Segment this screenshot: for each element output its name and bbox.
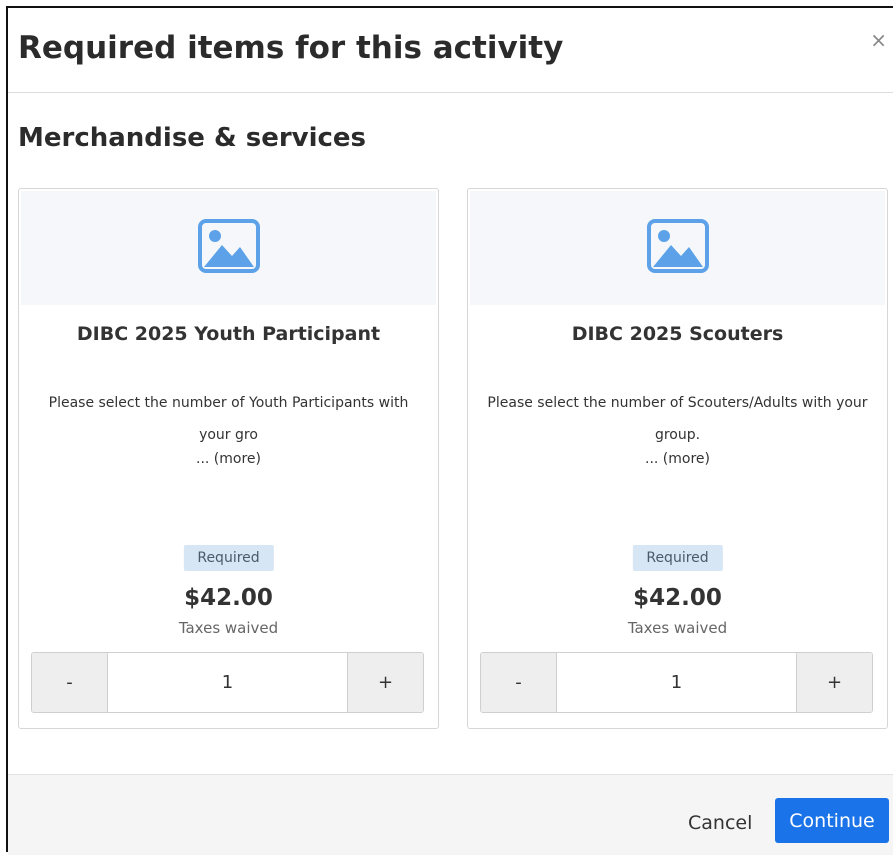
- modal-header: Required items for this activity ×: [8, 8, 893, 93]
- taxes-note: Taxes waived: [627, 619, 728, 637]
- image-placeholder-icon: [197, 219, 260, 273]
- quantity-value[interactable]: 1: [557, 653, 796, 712]
- required-items-modal: Required items for this activity × Merch…: [6, 6, 893, 855]
- item-price: $42.00: [633, 585, 722, 611]
- quantity-value[interactable]: 1: [108, 653, 347, 712]
- increment-button[interactable]: +: [796, 653, 872, 712]
- close-icon[interactable]: ×: [870, 30, 887, 50]
- required-badge: Required: [632, 545, 723, 571]
- quantity-stepper: - 1 +: [480, 652, 873, 713]
- item-card-youth-participant: DIBC 2025 Youth Participant Please selec…: [18, 188, 439, 729]
- modal-footer: Cancel Continue: [8, 774, 893, 855]
- cancel-button[interactable]: Cancel: [688, 812, 752, 834]
- continue-button[interactable]: Continue: [775, 798, 889, 843]
- section-title: Merchandise & services: [18, 123, 367, 153]
- increment-button[interactable]: +: [347, 653, 423, 712]
- item-price: $42.00: [184, 585, 273, 611]
- item-card-scouters: DIBC 2025 Scouters Please select the num…: [467, 188, 888, 729]
- modal-title: Required items for this activity: [18, 30, 564, 66]
- item-description: Please select the number of Youth Partic…: [48, 395, 409, 443]
- more-link[interactable]: ... (more): [468, 451, 887, 467]
- decrement-button[interactable]: -: [481, 653, 557, 712]
- item-image: [21, 191, 436, 305]
- item-image: [470, 191, 885, 305]
- image-placeholder-icon: [646, 219, 709, 273]
- taxes-note: Taxes waived: [178, 619, 279, 637]
- item-description: Please select the number of Scouters/Adu…: [487, 395, 868, 443]
- required-badge: Required: [183, 545, 274, 571]
- item-title: DIBC 2025 Scouters: [571, 323, 784, 345]
- more-link[interactable]: ... (more): [19, 451, 438, 467]
- item-title: DIBC 2025 Youth Participant: [76, 323, 381, 345]
- quantity-stepper: - 1 +: [31, 652, 424, 713]
- decrement-button[interactable]: -: [32, 653, 108, 712]
